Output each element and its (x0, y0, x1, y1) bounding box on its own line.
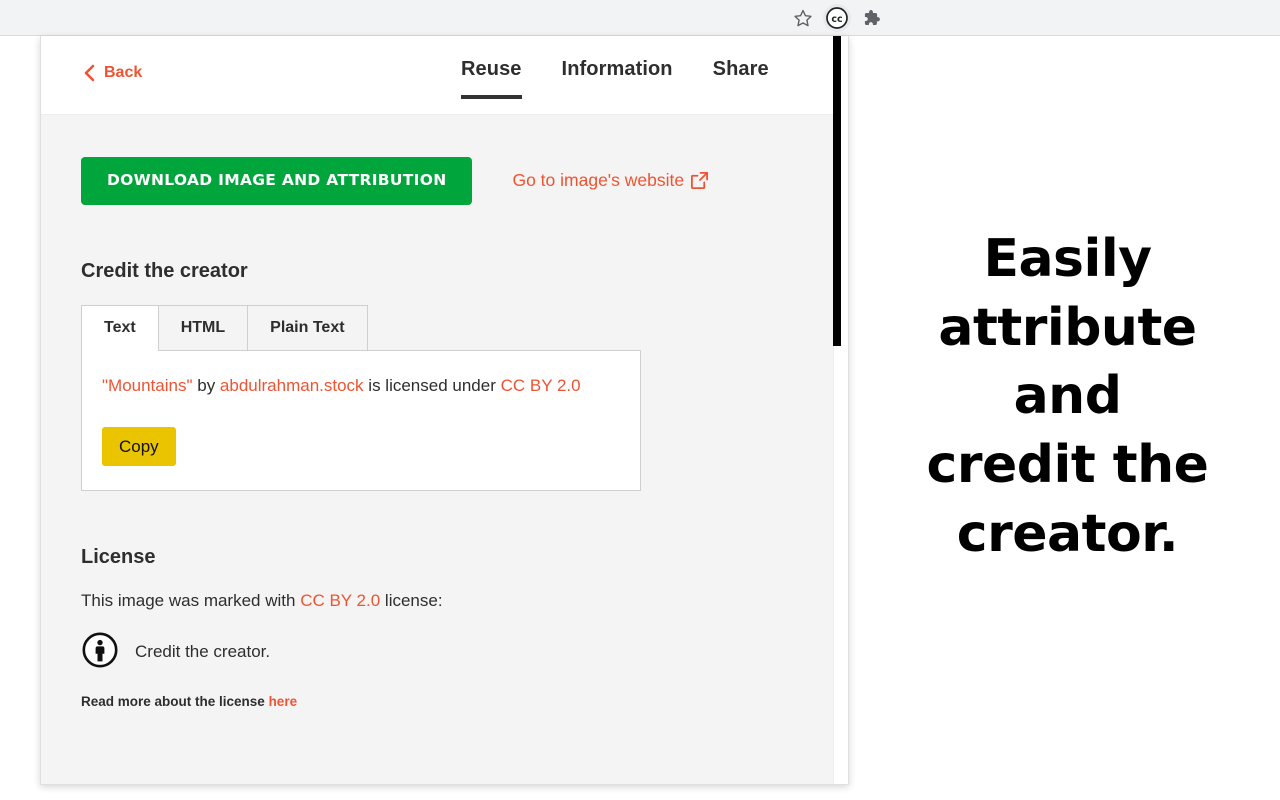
tab-share[interactable]: Share (713, 58, 769, 99)
promo-text: Easily attribute and credit the creator. (855, 225, 1280, 568)
promo-line-4: creator. (956, 503, 1179, 564)
popup-scrollbar-track[interactable] (833, 36, 848, 784)
attribution-title-link[interactable]: "Mountains" (102, 376, 193, 395)
license-heading: License (81, 545, 156, 568)
promo-line-2: and (1013, 366, 1122, 427)
back-button-label: Back (104, 64, 143, 81)
download-image-and-attribution-button[interactable]: DOWNLOAD IMAGE AND ATTRIBUTION (81, 157, 473, 205)
attribution-middle-text: is licensed under (363, 375, 501, 395)
license-term-credit: Credit the creator. (81, 631, 808, 674)
format-tab-plain-text[interactable]: Plain Text (247, 304, 368, 350)
format-tab-text[interactable]: Text (81, 304, 159, 351)
license-statement-suffix: license: (380, 590, 443, 610)
format-tab-html[interactable]: HTML (157, 304, 249, 350)
chevron-left-icon (83, 64, 95, 82)
popup-scrollbar-thumb[interactable] (833, 36, 841, 346)
license-statement-link[interactable]: CC BY 2.0 (300, 591, 380, 610)
read-more-prefix: Read more about the license (81, 693, 269, 709)
attribution-panel: "Mountains" by abdulrahman.stock is lice… (81, 349, 641, 491)
external-link-icon (690, 171, 709, 190)
license-term-label: Credit the creator. (135, 642, 271, 662)
svg-text:cc: cc (831, 14, 842, 25)
promo-line-1: Easily attribute (938, 229, 1197, 358)
tab-information[interactable]: Information (562, 58, 673, 99)
action-row: DOWNLOAD IMAGE AND ATTRIBUTION Go to ima… (81, 157, 808, 205)
promo-line-3: credit the (926, 434, 1209, 495)
popup-header: Back Reuse Information Share (41, 36, 848, 115)
attribution-format-tabs: Text HTML Plain Text (81, 304, 808, 351)
back-button[interactable]: Back (83, 64, 142, 82)
popup-body: DOWNLOAD IMAGE AND ATTRIBUTION Go to ima… (41, 115, 848, 784)
browser-toolbar: cc (0, 0, 1280, 36)
toolbar-actions: cc (789, 0, 885, 36)
website-link-label: Go to image's website (512, 170, 685, 191)
attribution-text: "Mountains" by abdulrahman.stock is lice… (102, 373, 620, 399)
license-statement: This image was marked with CC BY 2.0 lic… (81, 591, 808, 611)
go-to-image-website-link[interactable]: Go to image's website (512, 170, 709, 191)
attribution-license-link[interactable]: CC BY 2.0 (501, 376, 581, 395)
credit-the-creator-heading: Credit the creator (81, 259, 248, 282)
tab-reuse[interactable]: Reuse (461, 58, 522, 99)
bookmark-star-icon[interactable] (789, 4, 817, 32)
read-more-about-license: Read more about the license here (81, 694, 808, 709)
attribution-by-word: by (192, 375, 220, 395)
read-more-here-link[interactable]: here (269, 694, 298, 709)
copy-attribution-button[interactable]: Copy (102, 426, 176, 466)
extensions-puzzle-icon[interactable] (857, 4, 885, 32)
license-statement-prefix: This image was marked with (81, 590, 301, 610)
attribution-creator-link[interactable]: abdulrahman.stock (220, 376, 364, 395)
cc-extension-icon[interactable]: cc (823, 4, 851, 32)
popup-tabs: Reuse Information Share (461, 58, 769, 99)
extension-popup: Back Reuse Information Share DOWNLOAD IM… (40, 36, 849, 785)
cc-by-person-icon (81, 631, 119, 674)
